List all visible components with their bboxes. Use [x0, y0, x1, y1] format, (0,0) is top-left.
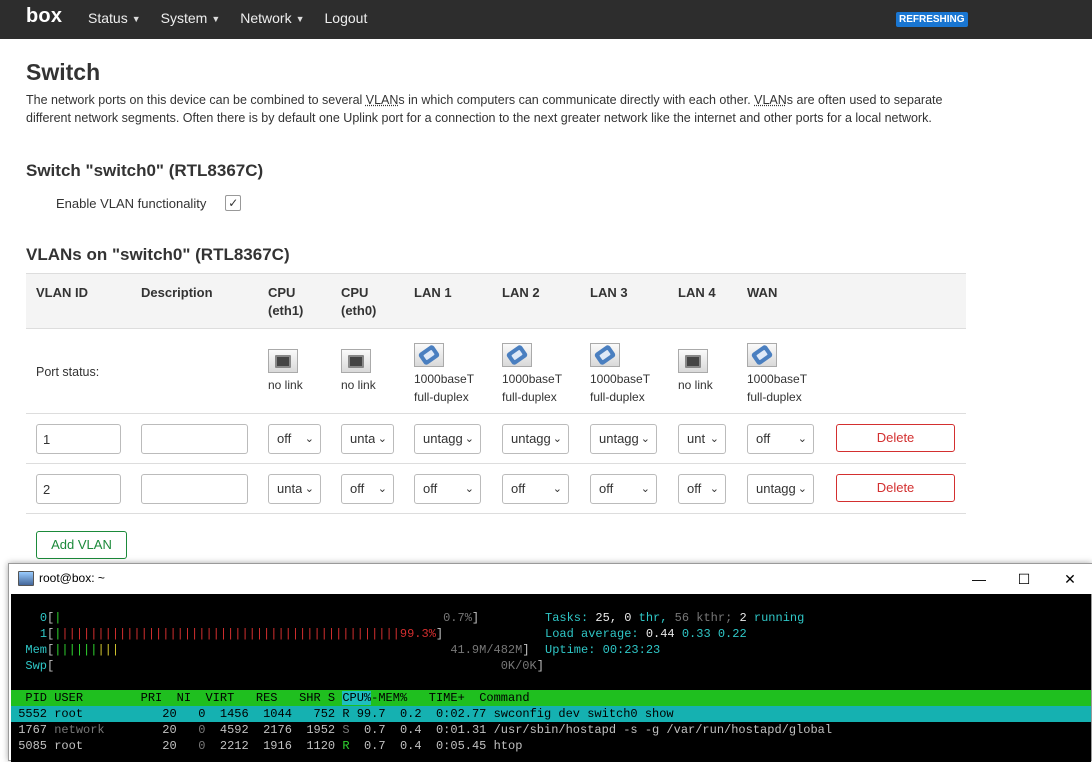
wan-select[interactable]: untagg ⌄	[747, 474, 814, 504]
cpu-eth1-select[interactable]: off ⌄	[268, 424, 321, 454]
port-status-label: Port status:	[36, 365, 100, 379]
process-row[interactable]: 5552 root 20 0 1456 1044 752 R 99.7 0.2 …	[11, 706, 1091, 722]
top-navbar: box Status ▼ System ▼ Network ▼ Logout REFR…	[0, 0, 1092, 39]
brand-logo[interactable]: box	[26, 5, 62, 28]
vlan-row: off⌄ unta⌄ untagg⌄ untagg⌄ untagg⌄ unt⌄ …	[26, 414, 966, 464]
chevron-down-icon: ⌄	[374, 475, 387, 503]
port-up-icon	[502, 343, 532, 367]
chevron-down-icon: ⌄	[637, 425, 650, 453]
maximize-button[interactable]: ☐	[1010, 567, 1038, 591]
chevron-down-icon: ⌄	[549, 425, 562, 453]
header-description: Description	[141, 285, 213, 300]
port-status-lan2: 1000baseT full-duplex	[502, 343, 562, 406]
port-status-cpu-eth0: no link	[341, 343, 376, 394]
port-status-lan1: 1000baseT full-duplex	[414, 343, 474, 406]
refreshing-badge[interactable]: REFRESHING	[896, 12, 968, 27]
header-lan1: LAN 1	[414, 285, 452, 300]
delete-vlan-button[interactable]: Delete	[836, 424, 955, 452]
lan2-select[interactable]: untagg ⌄	[502, 424, 569, 454]
switch-title: Switch "switch0" (RTL8367C)	[26, 161, 264, 180]
chevron-down-icon: ⌄	[461, 425, 474, 453]
tasks-line: Tasks: 25, 0 thr, 56 kthr; 2 running	[545, 611, 805, 625]
lan2-select[interactable]: off ⌄	[502, 474, 569, 504]
port-down-icon	[268, 349, 298, 373]
menu-network[interactable]: Network ▼	[240, 0, 304, 39]
header-lan2: LAN 2	[502, 285, 540, 300]
chevron-down-icon: ⌄	[374, 425, 387, 453]
add-vlan-button[interactable]: Add VLAN	[36, 531, 127, 559]
menu-logout[interactable]: Logout	[325, 0, 368, 39]
lan1-select[interactable]: off ⌄	[414, 474, 481, 504]
checkmark-icon: ✓	[228, 196, 239, 210]
close-button[interactable]: ✕	[1056, 567, 1084, 591]
swap-meter: Swp[ 0K/0K]	[25, 659, 544, 673]
cpu-eth1-select[interactable]: unta ⌄	[268, 474, 321, 504]
header-lan4: LAN 4	[678, 285, 716, 300]
lan4-select[interactable]: off ⌄	[678, 474, 726, 504]
chevron-down-icon: ⌄	[301, 425, 314, 453]
vlan-description-input[interactable]	[141, 474, 248, 504]
chevron-down-icon: ⌄	[549, 475, 562, 503]
vlan-description-input[interactable]	[141, 424, 248, 454]
cpu-eth0-select[interactable]: unta ⌄	[341, 424, 394, 454]
vlan-id-input[interactable]	[36, 474, 121, 504]
load-average-line: Load average: 0.44 0.33 0.22	[545, 627, 747, 641]
chevron-down-icon: ⌄	[706, 425, 719, 453]
delete-vlan-button[interactable]: Delete	[836, 474, 955, 502]
chevron-down-icon: ▼	[131, 14, 141, 24]
terminal-window[interactable]: root@box: ~ — ☐ ✕ 0[| 0.7%] Tasks: 25, 0…	[8, 563, 1092, 762]
process-row[interactable]: 5085 root 20 0 2212 1916 1120 R 0.7 0.4 …	[11, 738, 1091, 754]
vlan-enable-label: Enable VLAN functionality	[56, 195, 207, 211]
vlan-enable-checkbox[interactable]: ✓	[225, 195, 242, 211]
port-up-icon	[747, 343, 777, 367]
port-down-icon	[678, 349, 708, 373]
chevron-down-icon: ⌄	[301, 475, 314, 503]
menu-system[interactable]: System ▼	[161, 0, 221, 39]
table-header: VLAN ID Description CPU (eth1) CPU (eth0) …	[26, 273, 966, 329]
port-status-wan: 1000baseT full-duplex	[747, 343, 807, 406]
chevron-down-icon: ⌄	[461, 475, 474, 503]
chevron-down-icon: ▼	[211, 14, 221, 24]
port-down-icon	[341, 349, 371, 373]
terminal-title: root@box: ~	[39, 571, 105, 585]
lan1-select[interactable]: untagg ⌄	[414, 424, 481, 454]
port-up-icon	[590, 343, 620, 367]
page-description: The network ports on this device can be …	[26, 93, 943, 125]
chevron-down-icon: ⌄	[706, 475, 719, 503]
lan3-select[interactable]: untagg ⌄	[590, 424, 657, 454]
header-cpu-eth0: CPU (eth0)	[341, 285, 377, 318]
terminal-titlebar[interactable]: root@box: ~ — ☐ ✕	[9, 564, 1092, 594]
page-title: Switch	[26, 59, 101, 85]
header-vlan-id: VLAN ID	[36, 285, 88, 300]
cpu-eth0-select[interactable]: off ⌄	[341, 474, 394, 504]
port-status-lan4: no link	[678, 343, 713, 394]
process-table-header[interactable]: PID USER PRI NI VIRT RES SHR S CPU%-MEM%…	[11, 690, 1091, 706]
minimize-button[interactable]: —	[965, 567, 993, 591]
process-row[interactable]: 1767 network 20 0 4592 2176 1952 S 0.7 0…	[11, 722, 1091, 738]
header-cpu-eth1: CPU (eth1)	[268, 285, 304, 318]
lan4-select[interactable]: unt ⌄	[678, 424, 726, 454]
putty-icon	[18, 571, 34, 586]
wan-select[interactable]: off ⌄	[747, 424, 814, 454]
port-status-cpu-eth1: no link	[268, 343, 303, 394]
menu-status[interactable]: Status ▼	[88, 0, 141, 39]
vlan-row: unta⌄ off⌄ off⌄ off⌄ off⌄ off⌄ untagg⌄ D…	[26, 464, 966, 514]
port-status-row: Port status: no link no link 1000baseT f…	[26, 329, 966, 414]
vlan-id-input[interactable]	[36, 424, 121, 454]
vlans-title: VLANs on "switch0" (RTL8367C)	[26, 245, 290, 264]
chevron-down-icon: ⌄	[637, 475, 650, 503]
chevron-down-icon: ⌄	[794, 425, 807, 453]
header-lan3: LAN 3	[590, 285, 628, 300]
chevron-down-icon: ▼	[295, 14, 305, 24]
chevron-down-icon: ⌄	[794, 475, 807, 503]
port-status-lan3: 1000baseT full-duplex	[590, 343, 650, 406]
port-up-icon	[414, 343, 444, 367]
terminal-body[interactable]: 0[| 0.7%] Tasks: 25, 0 thr, 56 kthr; 2 r…	[11, 594, 1091, 762]
header-wan: WAN	[747, 285, 778, 300]
main-menu: Status ▼ System ▼ Network ▼ Logout	[88, 0, 387, 39]
lan3-select[interactable]: off ⌄	[590, 474, 657, 504]
vlan-enable-row: Enable VLAN functionality ✓	[56, 195, 242, 211]
uptime-line: Uptime: 00:23:23	[545, 643, 661, 657]
